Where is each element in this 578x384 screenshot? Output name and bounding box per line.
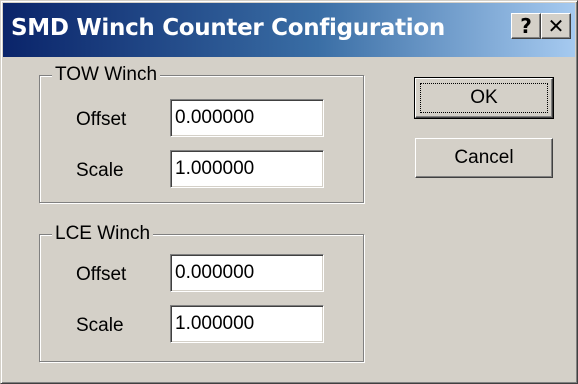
ok-button-label: OK — [470, 87, 498, 108]
cancel-button[interactable]: Cancel — [415, 138, 553, 178]
title-bar[interactable]: SMD Winch Counter Configuration ? ✕ — [3, 3, 575, 57]
lce-offset-label: Offset — [76, 264, 127, 285]
tow-scale-input[interactable] — [170, 150, 324, 188]
ok-button[interactable]: OK — [414, 77, 554, 119]
help-button[interactable]: ? — [511, 13, 541, 39]
lce-scale-label: Scale — [76, 315, 124, 336]
close-button[interactable]: ✕ — [541, 13, 571, 39]
lce-scale-input[interactable] — [170, 305, 324, 343]
lce-offset-input[interactable] — [170, 254, 324, 292]
tow-scale-label: Scale — [76, 160, 124, 181]
dialog-window: SMD Winch Counter Configuration ? ✕ TOW … — [0, 0, 578, 384]
tow-winch-group: TOW Winch Offset Scale — [39, 64, 364, 203]
window-title: SMD Winch Counter Configuration — [11, 15, 445, 41]
lce-winch-legend: LCE Winch — [52, 223, 154, 245]
tow-offset-label: Offset — [76, 109, 127, 130]
tow-offset-input[interactable] — [170, 99, 324, 137]
tow-winch-legend: TOW Winch — [52, 64, 161, 86]
lce-winch-group: LCE Winch Offset Scale — [39, 223, 364, 362]
